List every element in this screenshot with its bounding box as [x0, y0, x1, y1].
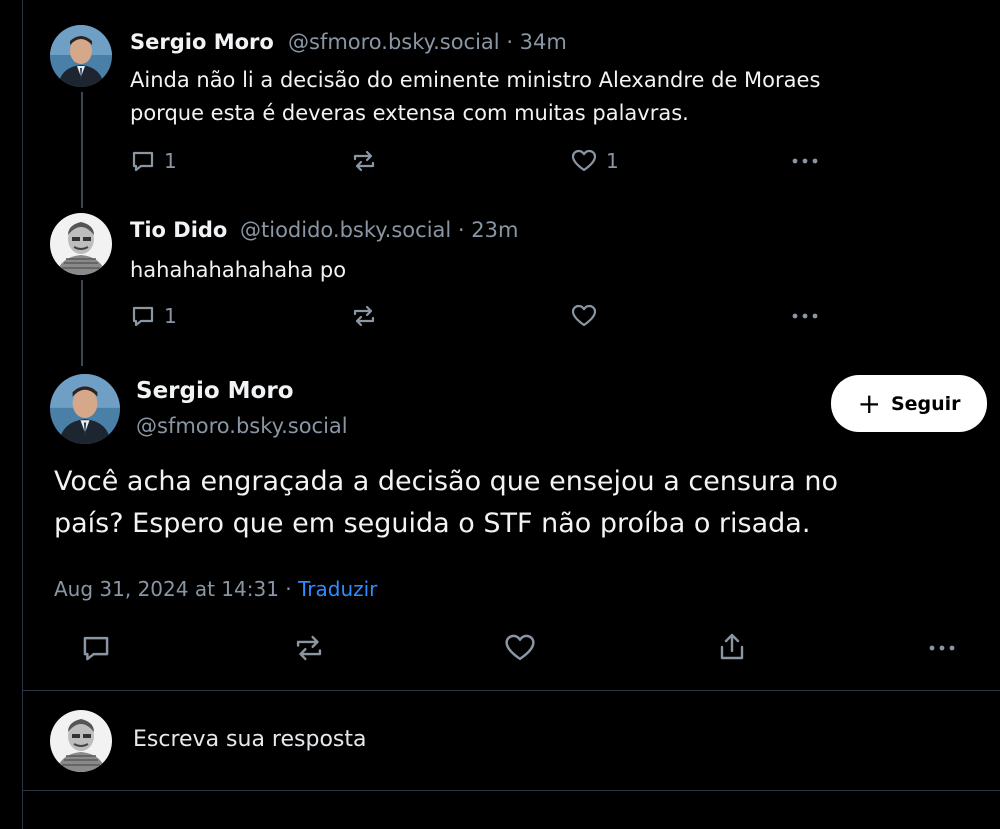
- plus-icon: +: [857, 386, 881, 420]
- translate-link[interactable]: Traduzir: [298, 577, 377, 601]
- more-icon: [926, 636, 958, 660]
- reply-icon: [80, 632, 112, 664]
- post-text-line: porque esta é deveras extensa com muitas…: [130, 101, 689, 125]
- author-handle[interactable]: @tiodido.bsky.social · 23m: [240, 218, 518, 242]
- heart-icon: [570, 303, 598, 329]
- post-timestamp: Aug 31, 2024 at 14:31 ·: [54, 577, 298, 601]
- thread-connector: [81, 280, 83, 366]
- divider: [22, 690, 1000, 691]
- more-button[interactable]: [790, 149, 820, 173]
- author-name[interactable]: Tio Dido: [130, 218, 227, 242]
- like-count: 1: [606, 149, 619, 173]
- more-icon: [790, 304, 820, 328]
- like-button[interactable]: 1: [570, 148, 619, 174]
- share-icon: [716, 630, 748, 664]
- post-text: Ainda não li a decisão do eminente minis…: [130, 64, 820, 130]
- author-handle[interactable]: @sfmoro.bsky.social · 34m: [288, 30, 567, 54]
- post-meta: Aug 31, 2024 at 14:31 · Traduzir: [54, 577, 377, 601]
- reply-button[interactable]: [80, 632, 112, 664]
- repost-icon: [350, 148, 378, 174]
- follow-label: Seguir: [890, 392, 961, 415]
- reply-input[interactable]: Escreva sua resposta: [133, 727, 366, 752]
- post-text: hahahahahahaha po: [130, 254, 346, 287]
- handle-text[interactable]: @tiodido.bsky.social: [240, 218, 451, 242]
- share-button[interactable]: [716, 630, 748, 664]
- author-name[interactable]: Sergio Moro: [130, 30, 274, 54]
- heart-icon: [570, 148, 598, 174]
- follow-button[interactable]: + Seguir: [831, 375, 987, 432]
- thread-connector: [81, 92, 83, 208]
- divider: [22, 790, 1000, 791]
- post-thread-view: Sergio Moro @sfmoro.bsky.social · 34m Ai…: [0, 0, 1000, 829]
- avatar[interactable]: [50, 213, 112, 275]
- reply-button[interactable]: 1: [130, 303, 177, 329]
- repost-icon: [350, 303, 378, 329]
- repost-button[interactable]: [350, 148, 378, 174]
- avatar: [50, 710, 112, 772]
- repost-icon: [292, 632, 326, 664]
- like-button[interactable]: [503, 632, 537, 664]
- reply-count: 1: [164, 149, 177, 173]
- reply-icon: [130, 148, 156, 174]
- reply-icon: [130, 303, 156, 329]
- handle-text[interactable]: @sfmoro.bsky.social: [288, 30, 500, 54]
- repost-button[interactable]: [350, 303, 378, 329]
- column-border: [22, 0, 23, 829]
- author-handle[interactable]: @sfmoro.bsky.social: [136, 414, 348, 438]
- post-text-line: hahahahahahaha po: [130, 258, 347, 282]
- author-name[interactable]: Sergio Moro: [136, 378, 294, 404]
- more-icon: [790, 149, 820, 173]
- avatar[interactable]: [50, 25, 112, 87]
- like-button[interactable]: [570, 303, 598, 329]
- more-button[interactable]: [926, 636, 958, 660]
- reply-count: 1: [164, 304, 177, 328]
- main-post-text: Você acha engraçada a decisão que ensejo…: [54, 461, 954, 545]
- post-text-line: Ainda não li a decisão do eminente minis…: [130, 68, 821, 92]
- post-text-line: Você acha engraçada a decisão que ensejo…: [54, 466, 838, 497]
- heart-icon: [503, 632, 537, 664]
- post-text-line: país? Espero que em seguida o STF não pr…: [54, 508, 811, 539]
- avatar[interactable]: [50, 374, 120, 444]
- more-button[interactable]: [790, 304, 820, 328]
- post-time[interactable]: · 34m: [506, 30, 567, 54]
- repost-button[interactable]: [292, 632, 326, 664]
- reply-button[interactable]: 1: [130, 148, 177, 174]
- post-time[interactable]: · 23m: [458, 218, 519, 242]
